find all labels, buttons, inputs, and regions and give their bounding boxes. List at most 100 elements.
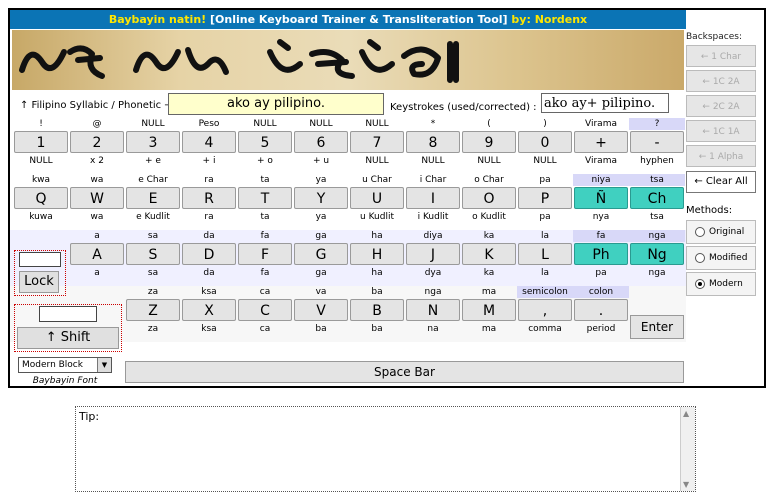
radio-icon[interactable] — [695, 278, 705, 289]
backspace-button[interactable]: ← 1C 1A — [686, 120, 756, 142]
method-option[interactable]: Modified — [686, 246, 756, 270]
key-button[interactable]: J — [406, 243, 460, 265]
key-shift-label: NULL — [253, 119, 277, 129]
key-button[interactable]: E — [126, 187, 180, 209]
method-option[interactable]: Original — [686, 220, 756, 244]
enter-key[interactable]: Enter — [630, 315, 684, 339]
keystrokes-input[interactable]: ako ay+ pilipino. — [541, 93, 669, 113]
key-shift-label: wa — [90, 175, 104, 185]
key-button[interactable]: P — [518, 187, 572, 209]
key-button[interactable]: Ñ — [574, 187, 628, 209]
key-button[interactable]: 6 — [294, 131, 348, 153]
key-button[interactable]: M — [462, 299, 516, 321]
key-button[interactable]: D — [182, 243, 236, 265]
key-base-label: ta — [260, 212, 270, 222]
key-cell: ma Mma — [461, 286, 517, 342]
key-base-label: ma — [481, 324, 497, 334]
key-button[interactable]: X — [182, 299, 236, 321]
key-button[interactable]: Ng — [630, 243, 684, 265]
key-button[interactable]: . — [574, 299, 628, 321]
key-button[interactable]: N — [406, 299, 460, 321]
backspace-button[interactable]: ← 2C 2A — [686, 95, 756, 117]
scroll-up-icon[interactable]: ▲ — [683, 409, 689, 418]
key-button[interactable]: 5 — [238, 131, 292, 153]
key-cell: kwa Qkuwa — [13, 174, 69, 230]
key-button[interactable]: 9 — [462, 131, 516, 153]
key-shift-label: ta — [260, 175, 270, 185]
key-shift-label: ca — [259, 287, 271, 297]
key-button[interactable]: 1 — [14, 131, 68, 153]
key-button[interactable]: G — [294, 243, 348, 265]
key-shift-label: ka — [483, 231, 495, 241]
key-cell: u Char Uu Kudlit — [349, 174, 405, 230]
title-by: by: — [511, 13, 531, 26]
key-button[interactable]: W — [70, 187, 124, 209]
tip-box[interactable]: Tip: ▲ ▼ — [75, 406, 696, 492]
key-button[interactable]: 2 — [70, 131, 124, 153]
backspace-button[interactable]: ← 1C 2A — [686, 70, 756, 92]
key-button[interactable]: , — [518, 299, 572, 321]
key-shift-label: da — [203, 231, 215, 241]
title-author: Nordenx — [534, 13, 588, 26]
key-button[interactable]: F — [238, 243, 292, 265]
key-shift-label: NULL — [309, 119, 333, 129]
syllabic-input[interactable]: ako ay pilipino. — [168, 93, 384, 115]
key-button[interactable]: Y — [294, 187, 348, 209]
key-shift-label: e Char — [138, 175, 168, 185]
key-button[interactable]: T — [238, 187, 292, 209]
key-button[interactable]: H — [350, 243, 404, 265]
key-base-label: NULL — [365, 156, 389, 166]
key-button[interactable]: 3 — [126, 131, 180, 153]
radio-icon[interactable] — [695, 252, 705, 263]
key-button[interactable]: 7 — [350, 131, 404, 153]
clear-all-button[interactable]: ← Clear All — [686, 171, 756, 193]
key-button[interactable]: Ch — [630, 187, 684, 209]
key-button[interactable]: S — [126, 243, 180, 265]
key-button[interactable]: R — [182, 187, 236, 209]
key-base-label: ba — [371, 324, 383, 334]
scroll-down-icon[interactable]: ▼ — [683, 480, 689, 489]
key-base-label: la — [540, 268, 549, 278]
radio-icon[interactable] — [695, 226, 705, 237]
chevron-down-icon[interactable]: ▼ — [97, 358, 111, 372]
key-button[interactable]: C — [238, 299, 292, 321]
font-caption: Baybayin Font — [32, 376, 98, 386]
key-shift-label: kwa — [31, 175, 51, 185]
shift-button[interactable]: ↑ Shift — [17, 327, 119, 349]
key-button[interactable]: Z — [126, 299, 180, 321]
tip-scrollbar[interactable]: ▲ ▼ — [680, 407, 695, 491]
key-shift-label: ha — [371, 231, 383, 241]
space-bar[interactable]: Space Bar — [125, 361, 684, 383]
lock-button[interactable]: Lock — [19, 271, 59, 293]
key-button[interactable]: 4 — [182, 131, 236, 153]
key-button[interactable]: - — [630, 131, 684, 153]
key-cell: ksa Xksa — [181, 286, 237, 342]
key-cell: Virama + Virama — [573, 118, 629, 174]
key-button[interactable]: 0 — [518, 131, 572, 153]
key-button[interactable]: Ph — [574, 243, 628, 265]
key-base-label: + i — [202, 156, 216, 166]
key-cell: semicolon, comma — [517, 286, 573, 342]
font-select[interactable]: Modern Block ▼ — [18, 357, 112, 373]
key-cell: Peso 4 + i — [181, 118, 237, 174]
key-shift-label: a — [94, 231, 100, 241]
key-button[interactable]: O — [462, 187, 516, 209]
method-option[interactable]: Modern — [686, 272, 756, 296]
key-button[interactable]: Q — [14, 187, 68, 209]
backspace-button[interactable]: ← 1 Alpha — [686, 145, 756, 167]
key-button[interactable]: A — [70, 243, 124, 265]
key-shift-label: NULL — [141, 119, 165, 129]
key-base-label: + u — [312, 156, 330, 166]
key-button[interactable]: + — [574, 131, 628, 153]
key-button[interactable]: 8 — [406, 131, 460, 153]
key-cell: ha Hha — [349, 230, 405, 286]
backspace-button[interactable]: ← 1 Char — [686, 45, 756, 67]
key-button[interactable]: B — [350, 299, 404, 321]
key-button[interactable]: I — [406, 187, 460, 209]
key-base-label: NULL — [421, 156, 445, 166]
key-button[interactable]: U — [350, 187, 404, 209]
key-button[interactable]: V — [294, 299, 348, 321]
key-base-label: ca — [259, 324, 271, 334]
key-button[interactable]: K — [462, 243, 516, 265]
key-button[interactable]: L — [518, 243, 572, 265]
